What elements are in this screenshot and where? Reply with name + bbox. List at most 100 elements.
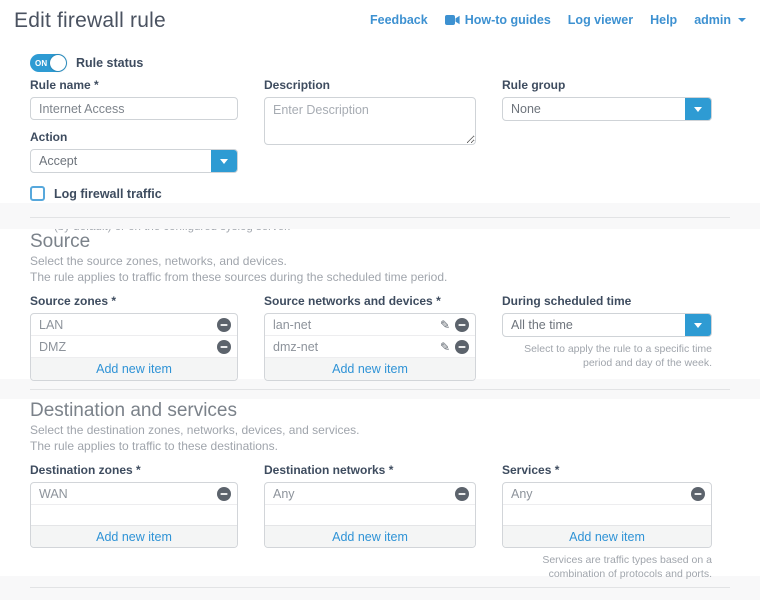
remove-item-button[interactable]: [217, 340, 231, 354]
list-item-label: Any: [511, 487, 533, 501]
log-viewer-link[interactable]: Log viewer: [568, 13, 633, 27]
chevron-down-icon: [220, 159, 228, 164]
edit-item-button[interactable]: ✎: [440, 319, 450, 331]
schedule-help: Select to apply the rule to a specific t…: [502, 342, 712, 370]
listbox-spacer: [265, 505, 475, 525]
listbox-spacer: [31, 505, 237, 525]
schedule-select-button[interactable]: [685, 314, 711, 336]
header-links: Feedback How-to guides Log viewer Help a…: [370, 9, 746, 27]
page-title: Edit firewall rule: [14, 9, 166, 33]
list-item: dmz-net ✎: [265, 336, 475, 358]
source-networks-listbox: lan-net ✎ dmz-net: [264, 313, 476, 381]
list-item: Any: [265, 483, 475, 505]
description-textarea[interactable]: [264, 97, 476, 145]
action-select-button[interactable]: [211, 150, 237, 172]
schedule-label: During scheduled time: [502, 294, 712, 308]
pencil-icon: ✎: [440, 319, 450, 331]
remove-item-button[interactable]: [217, 487, 231, 501]
help-link-label: Help: [650, 13, 677, 27]
source-heading: Source: [30, 230, 710, 253]
list-item: LAN: [31, 314, 237, 336]
rule-status-row: ON Rule status: [30, 54, 143, 72]
rule-status-toggle[interactable]: ON: [30, 54, 67, 72]
remove-item-button[interactable]: [217, 318, 231, 332]
page-header: Edit firewall rule Feedback How-to guide…: [0, 0, 760, 33]
add-new-item-button[interactable]: Add new item: [31, 525, 237, 547]
list-item-label: WAN: [39, 487, 68, 501]
schedule-select[interactable]: All the time: [502, 313, 712, 337]
action-select[interactable]: Accept: [30, 149, 238, 173]
rule-group-select[interactable]: None: [502, 97, 712, 121]
remove-item-button[interactable]: [691, 487, 705, 501]
log-traffic-checkbox[interactable]: [30, 186, 45, 201]
log-traffic-row: Log firewall traffic: [30, 186, 238, 201]
pencil-icon: ✎: [440, 341, 450, 353]
log-traffic-label: Log firewall traffic: [54, 187, 162, 201]
destination-networks-label: Destination networks *: [264, 463, 476, 477]
services-column: Services * Any Add new item Services are: [502, 463, 712, 581]
toggle-knob: [50, 55, 66, 71]
how-to-guides-link-label: How-to guides: [465, 13, 551, 27]
video-camera-icon: [445, 15, 460, 25]
add-new-item-button[interactable]: Add new item: [503, 525, 711, 547]
add-new-item-button[interactable]: Add new item: [265, 358, 475, 380]
source-zones-label: Source zones *: [30, 294, 238, 308]
destination-grid: Destination zones * WAN Add new item: [30, 463, 710, 581]
how-to-guides-link[interactable]: How-to guides: [445, 13, 551, 27]
list-item: DMZ: [31, 336, 237, 358]
list-item-label: DMZ: [39, 340, 66, 354]
source-description-line1: Select the source zones, networks, and d…: [30, 253, 710, 269]
schedule-column: During scheduled time All the time Selec…: [502, 294, 712, 381]
chevron-down-icon: [694, 323, 702, 328]
source-networks-column: Source networks and devices * lan-net ✎: [264, 294, 476, 381]
admin-menu-label: admin: [694, 13, 731, 27]
rule-group-select-button[interactable]: [685, 98, 711, 120]
action-label: Action: [30, 130, 238, 144]
source-zones-column: Source zones * LAN DMZ: [30, 294, 238, 381]
minus-circle-icon: [455, 487, 469, 501]
minus-circle-icon: [691, 487, 705, 501]
destination-zones-column: Destination zones * WAN Add new item: [30, 463, 238, 581]
destination-networks-listbox: Any Add new item: [264, 482, 476, 548]
list-item-label: lan-net: [273, 318, 311, 332]
rule-status-label: Rule status: [76, 56, 143, 70]
services-label: Services *: [502, 463, 712, 477]
destination-networks-column: Destination networks * Any Add new item: [264, 463, 476, 581]
edit-item-button[interactable]: ✎: [440, 341, 450, 353]
add-new-item-button[interactable]: Add new item: [31, 358, 237, 380]
destination-section: Destination and services Select the dest…: [30, 399, 710, 581]
rule-group-label: Rule group: [502, 78, 712, 92]
list-item-label: Any: [273, 487, 295, 501]
divider: [30, 587, 730, 588]
minus-circle-icon: [217, 487, 231, 501]
source-zones-listbox: LAN DMZ: [30, 313, 238, 381]
list-item-label: dmz-net: [273, 340, 318, 354]
remove-item-button[interactable]: [455, 318, 469, 332]
source-networks-label: Source networks and devices *: [264, 294, 476, 308]
action-field: Action Accept: [30, 130, 238, 173]
log-viewer-link-label: Log viewer: [568, 13, 633, 27]
minus-circle-icon: [455, 340, 469, 354]
list-item: Any: [503, 483, 711, 505]
chevron-down-icon: [694, 107, 702, 112]
divider: [30, 217, 730, 218]
help-link[interactable]: Help: [650, 13, 677, 27]
schedule-select-value: All the time: [503, 314, 685, 336]
services-help: Services are traffic types based on a co…: [502, 553, 712, 581]
list-item-label: LAN: [39, 318, 63, 332]
remove-item-button[interactable]: [455, 340, 469, 354]
add-new-item-button[interactable]: Add new item: [265, 525, 475, 547]
remove-item-button[interactable]: [455, 487, 469, 501]
rule-name-input[interactable]: [30, 97, 238, 120]
destination-description-line1: Select the destination zones, networks, …: [30, 422, 710, 438]
minus-circle-icon: [217, 340, 231, 354]
description-label: Description: [264, 78, 476, 92]
toggle-on-label: ON: [35, 59, 47, 68]
admin-menu[interactable]: admin: [694, 13, 746, 27]
chevron-down-icon: [738, 18, 746, 22]
feedback-link[interactable]: Feedback: [370, 13, 428, 27]
listbox-spacer: [503, 505, 711, 525]
list-item: lan-net ✎: [265, 314, 475, 336]
minus-circle-icon: [217, 318, 231, 332]
minus-circle-icon: [455, 318, 469, 332]
